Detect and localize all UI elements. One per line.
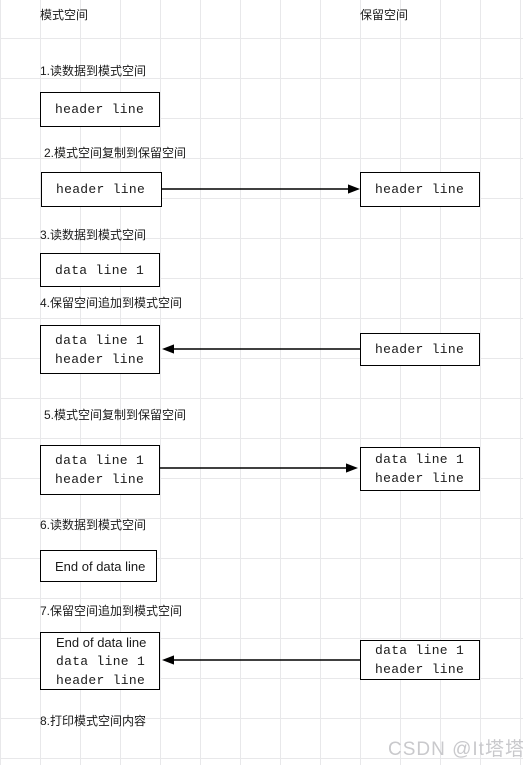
- step-label-6: 6.读数据到模式空间: [40, 518, 147, 532]
- step-label-5: 5.模式空间复制到保留空间: [44, 408, 187, 422]
- hold-space-box-5: data line 1 header line: [360, 447, 480, 491]
- box-line: header line: [55, 351, 145, 367]
- box-line: header line: [56, 672, 146, 688]
- box-line: header line: [55, 472, 145, 487]
- step-label-7: 7.保留空间追加到模式空间: [40, 604, 183, 618]
- watermark: CSDN @It塔塔开: [388, 739, 523, 760]
- arrow-left-step-4: [160, 344, 360, 354]
- box-line: data line 1: [55, 262, 145, 278]
- pattern-space-box-1: header line: [40, 92, 160, 127]
- pattern-space-box-6: End of data line: [40, 550, 157, 582]
- column-title-pattern-space: 模式空间: [40, 8, 89, 22]
- pattern-space-box-2: header line: [41, 172, 162, 207]
- pattern-space-box-4: data line 1 header line: [40, 325, 160, 374]
- box-line: header line: [375, 471, 465, 486]
- box-line: header line: [375, 662, 465, 677]
- step-label-8: 8.打印模式空间内容: [40, 714, 147, 728]
- hold-space-box-2: header line: [360, 172, 480, 207]
- step-label-4: 4.保留空间追加到模式空间: [40, 296, 183, 310]
- box-line: header line: [56, 182, 146, 197]
- step-label-2: 2.模式空间复制到保留空间: [44, 146, 187, 160]
- step-label-1: 1.读数据到模式空间: [40, 64, 147, 78]
- step-label-3: 3.读数据到模式空间: [40, 228, 147, 242]
- hold-space-box-4: header line: [360, 333, 480, 366]
- arrow-right-step-5: [160, 463, 360, 473]
- diagram-canvas: 模式空间 保留空间 1.读数据到模式空间 header line 2.模式空间复…: [0, 0, 523, 765]
- pattern-space-box-7: End of data line data line 1 header line: [40, 632, 160, 690]
- pattern-space-box-5: data line 1 header line: [40, 445, 160, 495]
- box-line: data line 1: [55, 332, 145, 348]
- box-line: header line: [375, 182, 465, 197]
- box-line: header line: [55, 102, 145, 117]
- hold-space-box-7: data line 1 header line: [360, 640, 480, 680]
- box-line: data line 1: [375, 452, 465, 467]
- box-line: header line: [375, 342, 465, 357]
- pattern-space-box-3: data line 1: [40, 253, 160, 287]
- box-line: data line 1: [375, 643, 465, 658]
- box-line: End of data line: [55, 558, 146, 574]
- arrow-right-step-2: [162, 184, 362, 194]
- arrow-left-step-7: [160, 655, 360, 665]
- box-line: data line 1: [55, 453, 145, 468]
- column-title-hold-space: 保留空间: [360, 8, 409, 22]
- box-line: End of data line: [56, 634, 147, 650]
- box-line: data line 1: [56, 653, 146, 669]
